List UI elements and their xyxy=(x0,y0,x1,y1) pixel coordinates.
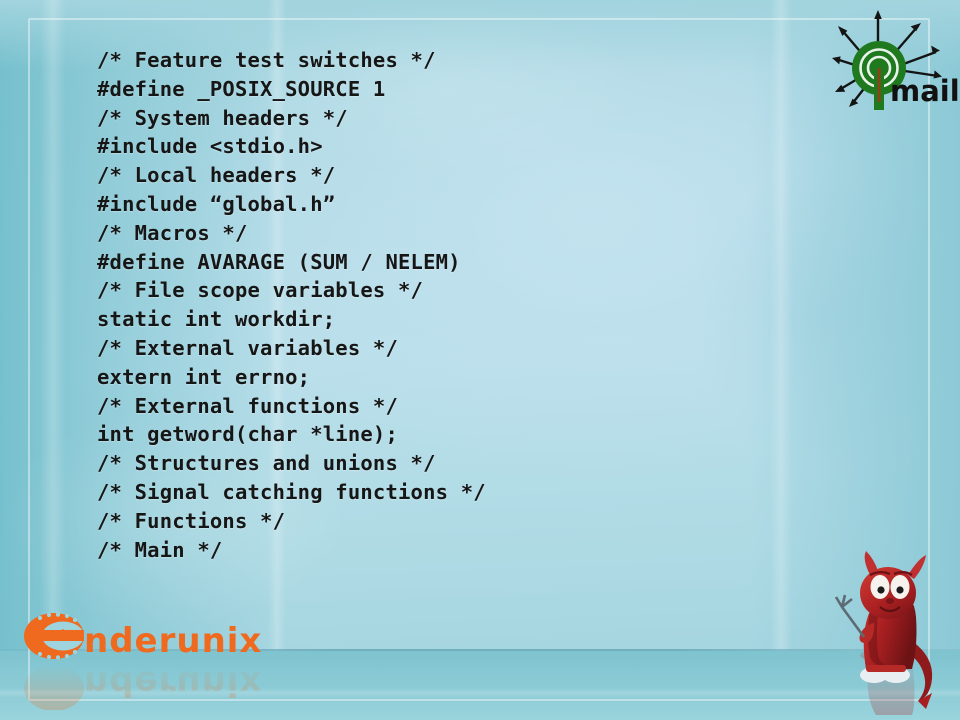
code-line: /* Local headers */ xyxy=(97,163,336,188)
svg-text:nderunix: nderunix xyxy=(84,663,262,703)
presentation-slide: /* Feature test switches */ #define _POS… xyxy=(0,0,960,720)
code-line: /* File scope variables */ xyxy=(97,278,424,303)
code-line: /* System headers */ xyxy=(97,105,348,130)
daemon-trident xyxy=(834,594,866,638)
enderunix-wordmark: nderunix xyxy=(84,621,262,661)
bsd-daemon-mascot xyxy=(826,545,952,715)
daemon-ankles xyxy=(866,665,906,672)
code-line: /* Structures and unions */ xyxy=(97,451,436,476)
code-line: /* External functions */ xyxy=(97,393,399,418)
code-line: #include “global.h” xyxy=(97,191,336,216)
daemon-nose xyxy=(886,598,894,604)
code-block: /* Feature test switches */ #define _POS… xyxy=(97,46,797,564)
qmail-stem-inner xyxy=(877,68,881,102)
qmail-logo: mail xyxy=(832,8,960,112)
qmail-wordmark: mail xyxy=(890,74,960,108)
code-line: #include <stdio.h> xyxy=(97,134,323,159)
code-line: /* Functions */ xyxy=(97,508,286,533)
code-line: /* Main */ xyxy=(97,537,223,562)
code-line: int getword(char *line); xyxy=(97,422,399,447)
enderunix-logo: nderunix nderunix xyxy=(18,600,268,710)
code-line: extern int errno; xyxy=(97,364,311,389)
daemon-horn-left xyxy=(864,551,878,575)
code-line: /* Signal catching functions */ xyxy=(97,479,486,504)
code-line: /* Macros */ xyxy=(97,220,248,245)
code-line: static int workdir; xyxy=(97,307,336,332)
code-line: #define _POSIX_SOURCE 1 xyxy=(97,76,386,101)
code-line: /* External variables */ xyxy=(97,335,399,360)
code-line: /* Feature test switches */ xyxy=(97,48,436,72)
enderunix-e-icon xyxy=(24,612,84,660)
code-line: #define AVARAGE (SUM / NELEM) xyxy=(97,249,461,274)
enderunix-reflection: nderunix xyxy=(24,663,262,710)
